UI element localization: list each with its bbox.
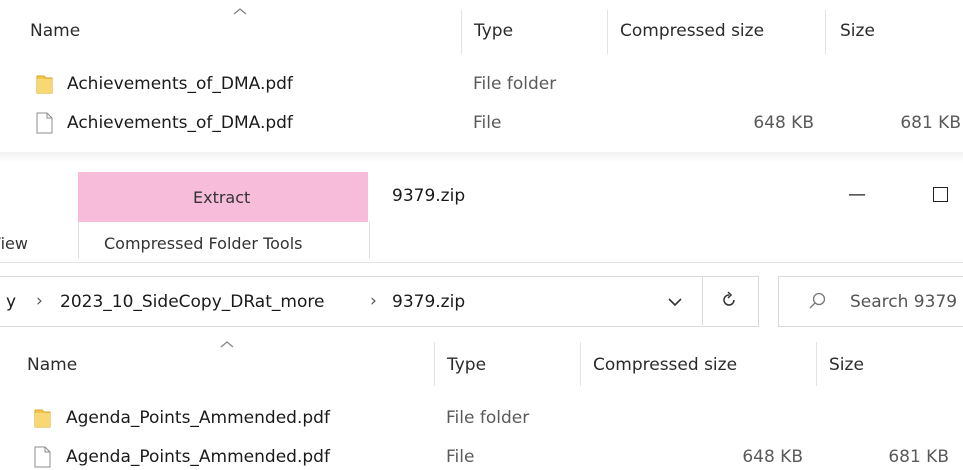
column-header-compressed-size[interactable]: Compressed size bbox=[620, 21, 764, 41]
sort-up-icon bbox=[233, 8, 247, 15]
column-header-type[interactable]: Type bbox=[447, 355, 486, 375]
folder-icon bbox=[36, 75, 53, 94]
file-name: Agenda_Points_Ammended.pdf bbox=[66, 408, 330, 428]
file-size: 681 KB bbox=[900, 113, 961, 133]
search-input[interactable]: Search 9379 bbox=[850, 292, 957, 312]
search-icon bbox=[809, 292, 826, 309]
file-name: Achievements_of_DMA.pdf bbox=[67, 113, 293, 133]
maximize-button[interactable] bbox=[933, 187, 948, 202]
window-separator bbox=[0, 152, 963, 162]
tab-extract-label: Extract bbox=[193, 188, 251, 207]
compressed-size: 648 KB bbox=[742, 447, 803, 467]
breadcrumb-folder[interactable]: 2023_10_SideCopy_DRat_more bbox=[60, 292, 324, 312]
tab-view[interactable]: View bbox=[0, 234, 48, 253]
sort-up-icon bbox=[220, 341, 234, 348]
column-header-name[interactable]: Name bbox=[27, 355, 77, 375]
breadcrumb-partial[interactable]: y bbox=[6, 292, 16, 312]
column-header-size[interactable]: Size bbox=[829, 355, 864, 375]
column-divider[interactable] bbox=[825, 10, 826, 54]
address-divider bbox=[702, 276, 703, 325]
column-divider[interactable] bbox=[816, 342, 817, 386]
refresh-icon[interactable] bbox=[720, 291, 738, 309]
file-icon bbox=[34, 446, 51, 468]
column-divider[interactable] bbox=[434, 342, 435, 386]
window-title: 9379.zip bbox=[392, 186, 466, 206]
column-divider[interactable] bbox=[580, 342, 581, 386]
minimize-button[interactable]: — bbox=[848, 184, 866, 205]
breadcrumb-separator[interactable]: › bbox=[370, 291, 377, 311]
column-header-type[interactable]: Type bbox=[474, 21, 513, 41]
compressed-size: 648 KB bbox=[753, 113, 814, 133]
ribbon-divider bbox=[0, 262, 963, 263]
breadcrumb-separator[interactable]: › bbox=[36, 291, 43, 311]
column-divider[interactable] bbox=[607, 10, 608, 54]
column-header-size[interactable]: Size bbox=[840, 21, 875, 41]
file-name: Agenda_Points_Ammended.pdf bbox=[66, 447, 330, 467]
column-header-compressed-size[interactable]: Compressed size bbox=[593, 355, 737, 375]
file-type: File bbox=[446, 447, 475, 467]
file-type: File folder bbox=[473, 74, 557, 94]
breadcrumb-current[interactable]: 9379.zip bbox=[392, 292, 465, 312]
chevron-down-icon[interactable] bbox=[667, 297, 683, 307]
file-name: Achievements_of_DMA.pdf bbox=[67, 74, 293, 94]
column-header-name[interactable]: Name bbox=[30, 21, 80, 41]
file-icon bbox=[36, 112, 53, 134]
file-type: File bbox=[473, 113, 502, 133]
file-type: File folder bbox=[446, 408, 530, 428]
file-size: 681 KB bbox=[888, 447, 949, 467]
folder-icon bbox=[34, 409, 51, 428]
tab-compressed-folder-tools-label: Compressed Folder Tools bbox=[104, 234, 303, 253]
column-divider[interactable] bbox=[461, 10, 462, 54]
